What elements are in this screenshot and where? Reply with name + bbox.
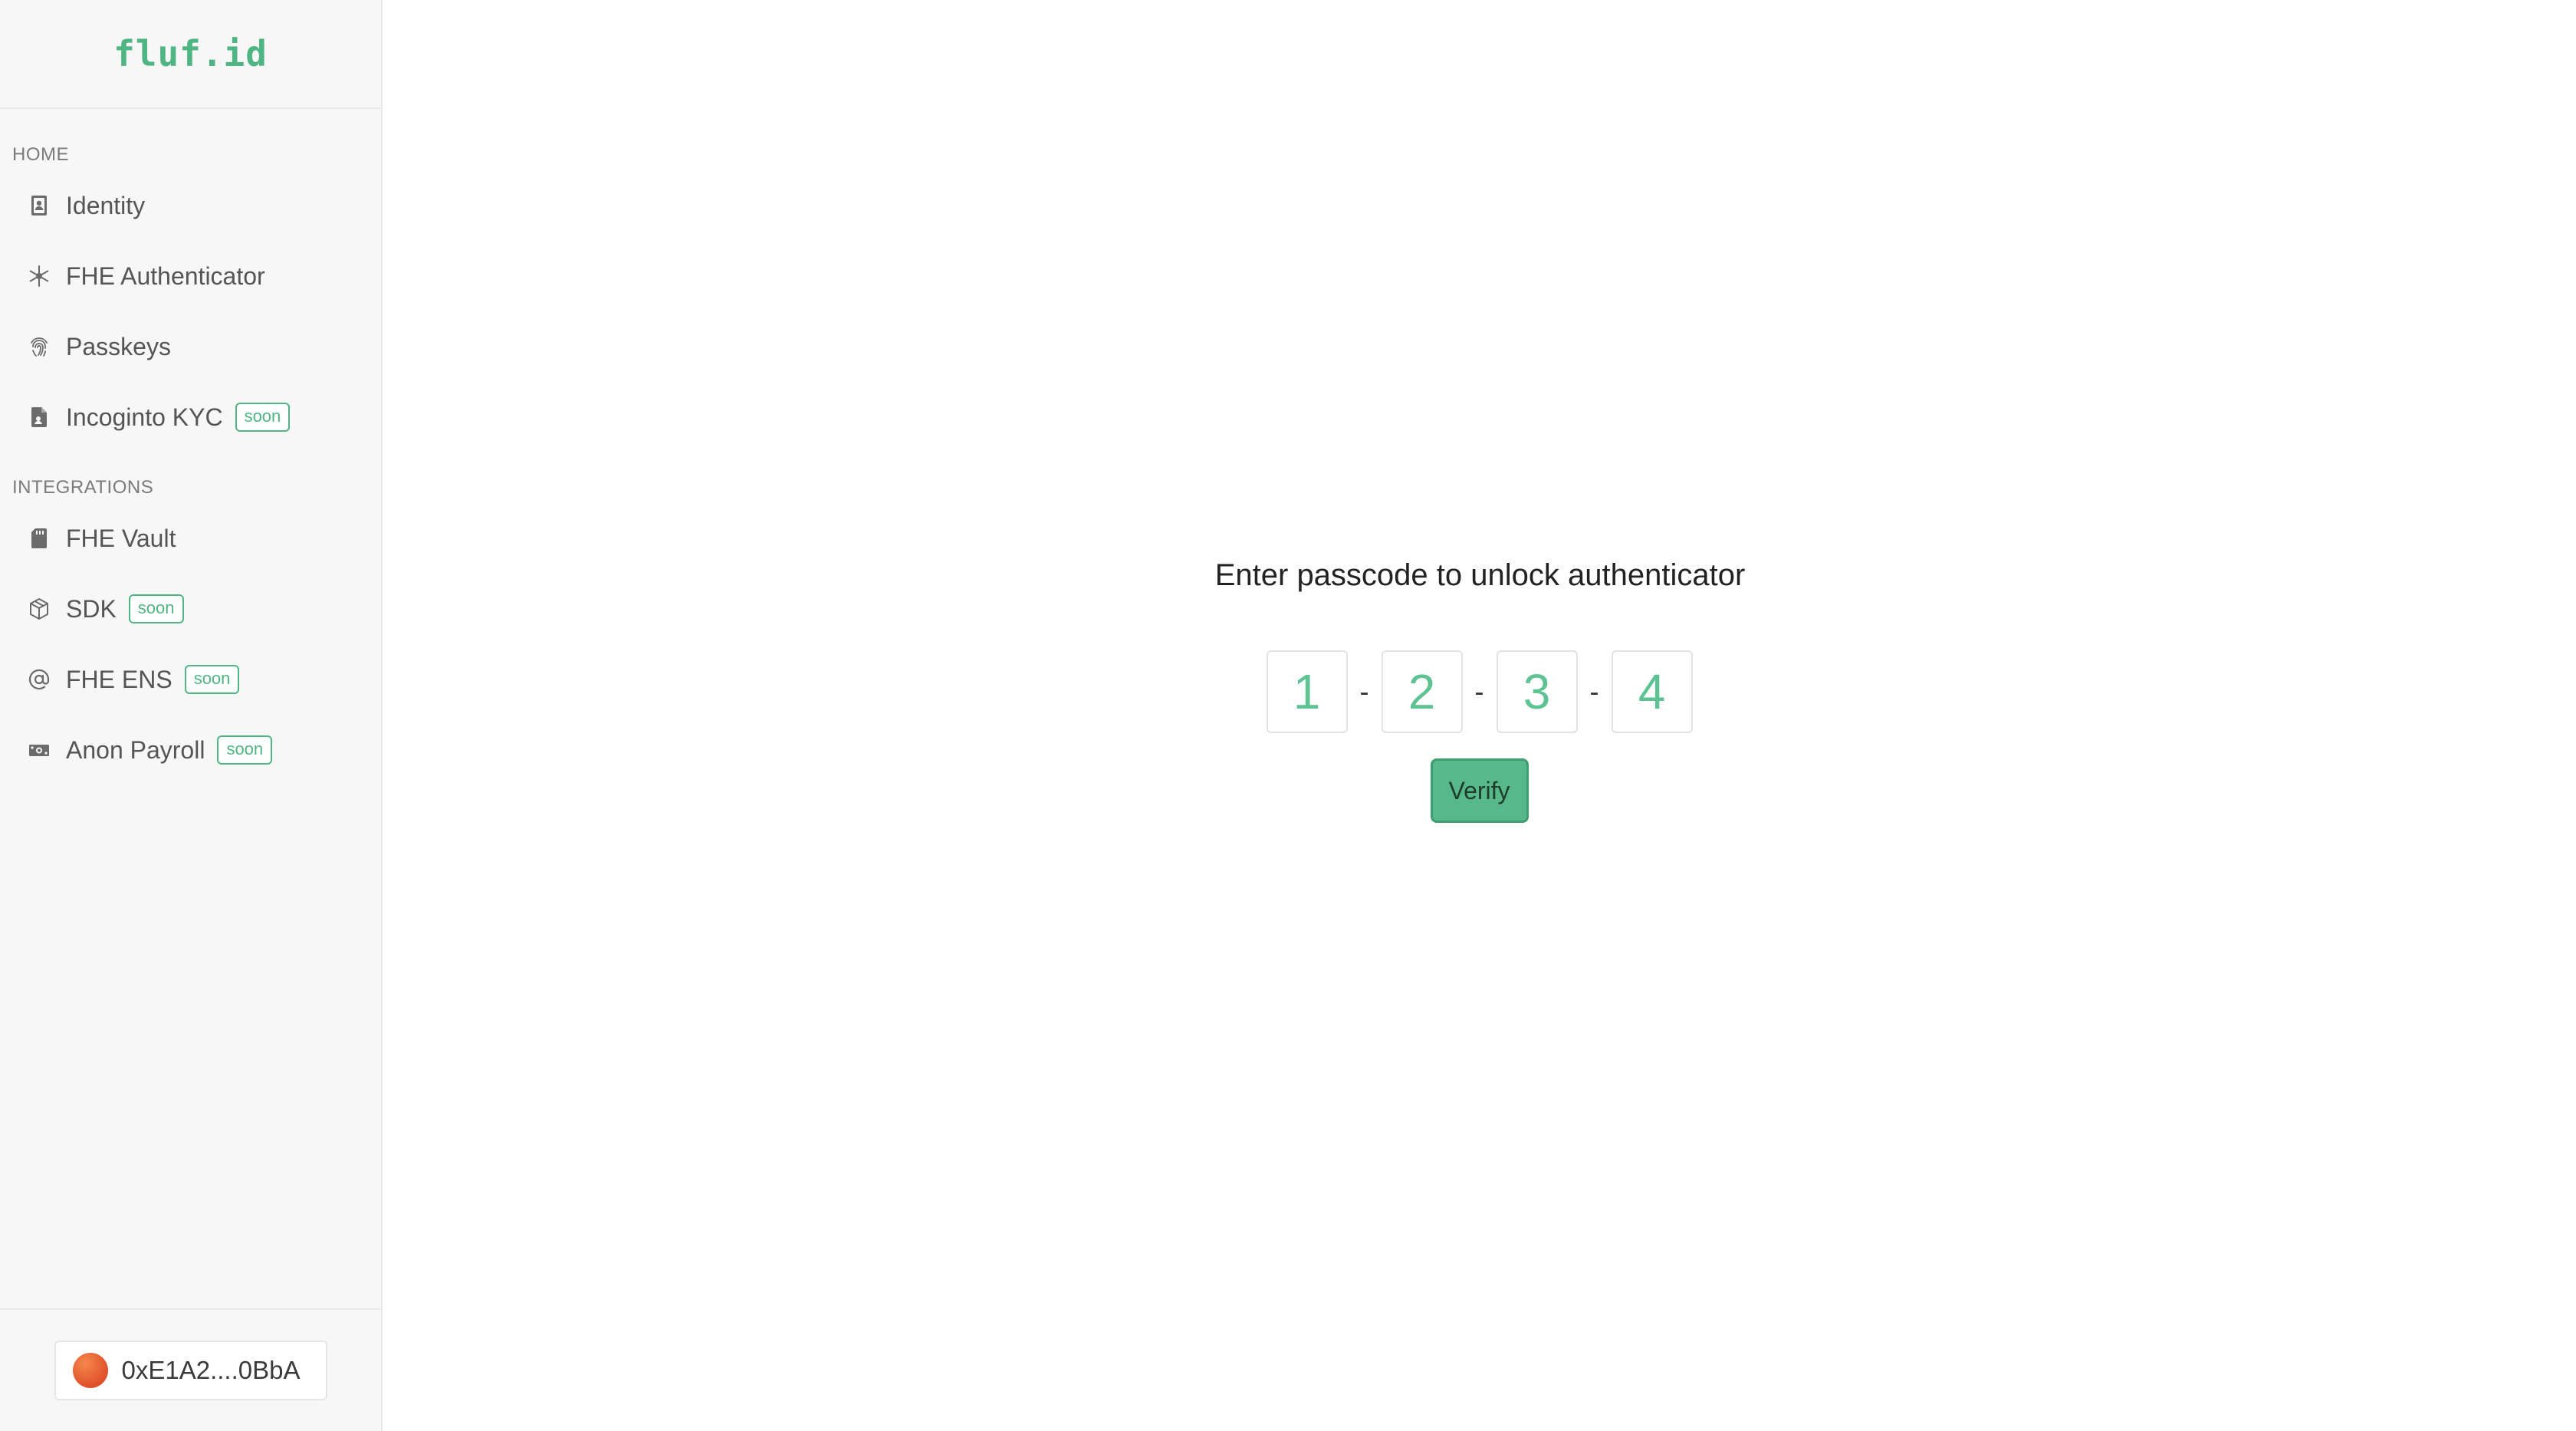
fingerprint-icon [26,334,52,360]
soon-badge: soon [217,735,273,765]
section-label-integrations: INTEGRATIONS [12,477,154,498]
document-icon [26,404,52,430]
passcode-separator: - [1589,676,1599,707]
id-card-icon [26,192,52,219]
sidebar-item-sdk[interactable]: SDK soon [0,574,381,644]
asterisk-icon [26,263,52,289]
sidebar-item-label: Anon Payroll [66,735,205,764]
app-root: fluf.id HOME Identity FHE Authenticator [0,0,2576,1431]
sd-card-icon [26,525,52,551]
soon-badge: soon [128,594,184,623]
passcode-digit-2[interactable]: 2 [1381,650,1463,733]
passcode-separator: - [1359,676,1369,707]
sidebar-item-fhe-vault[interactable]: FHE Vault [0,503,381,574]
soon-badge: soon [184,665,240,694]
passcode-digit-1[interactable]: 1 [1266,650,1348,733]
sidebar-item-incoginto-kyc[interactable]: Incoginto KYC soon [0,382,381,452]
brand-logo[interactable]: fluf.id [113,33,268,74]
sidebar-item-fhe-authenticator[interactable]: FHE Authenticator [0,241,381,311]
sidebar-item-label: Passkeys [66,332,171,360]
passcode-digit-3[interactable]: 3 [1496,650,1578,733]
main-content: Enter passcode to unlock authenticator 1… [383,0,2576,1431]
passcode-separator: - [1474,676,1484,707]
soon-badge: soon [235,403,291,432]
sidebar-item-label: FHE Vault [66,524,176,552]
sidebar-footer: 0xE1A2....0BbA [0,1308,381,1431]
at-sign-icon [26,666,52,692]
sidebar: fluf.id HOME Identity FHE Authenticator [0,0,383,1431]
sidebar-nav: HOME Identity FHE Authenticator Passkeys [0,109,381,785]
sidebar-item-label: FHE ENS [66,665,172,693]
sidebar-item-identity[interactable]: Identity [0,170,381,241]
sidebar-item-label: FHE Authenticator [66,262,265,290]
sidebar-item-anon-payroll[interactable]: Anon Payroll soon [0,715,381,785]
verify-button[interactable]: Verify [1430,758,1529,823]
cash-icon [26,737,52,763]
wallet-button[interactable]: 0xE1A2....0BbA [54,1341,327,1400]
brand-header: fluf.id [0,0,381,109]
passcode-digit-4[interactable]: 4 [1611,650,1693,733]
section-label-home: HOME [12,144,69,165]
wallet-address: 0xE1A2....0BbA [121,1356,301,1384]
sidebar-item-fhe-ens[interactable]: FHE ENS soon [0,644,381,715]
sidebar-item-label: Identity [66,191,146,219]
unlock-panel: Enter passcode to unlock authenticator 1… [383,556,2576,823]
sidebar-item-label: Incoginto KYC [66,403,223,431]
sidebar-item-label: SDK [66,594,117,623]
wallet-avatar [72,1353,108,1388]
passcode-prompt: Enter passcode to unlock authenticator [1214,558,1746,592]
passcode-input-group: 1 - 2 - 3 - 4 [1266,650,1693,734]
sidebar-item-passkeys[interactable]: Passkeys [0,311,381,382]
package-icon [26,596,52,622]
